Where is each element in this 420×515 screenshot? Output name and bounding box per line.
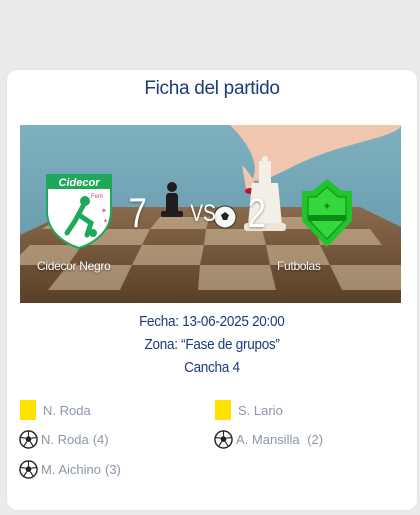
away-event-yellow-card: S. Lario	[215, 400, 283, 420]
soccer-ball-icon	[214, 430, 233, 449]
event-player: M. Aichino	[41, 462, 101, 477]
match-zone: Zona: “Fase de grupos”	[144, 336, 280, 353]
home-team-name: Cidecor Negro	[37, 259, 111, 273]
event-player: N. Roda	[43, 402, 91, 418]
svg-text:✦: ✦	[322, 201, 331, 213]
match-banner: Cidecor Fem ✶ ✶ ✦ 7 VS 2 Cidecor Negro F…	[20, 125, 401, 303]
home-logo-text: Cidecor	[59, 177, 101, 189]
away-score: 2	[247, 189, 266, 236]
vs-label: VS	[190, 200, 216, 227]
page-title: Ficha del partido	[144, 78, 280, 99]
yellow-card-icon	[215, 400, 231, 420]
home-team-logo: Cidecor Fem ✶ ✶	[46, 174, 112, 249]
svg-text:✶: ✶	[103, 218, 108, 225]
soccer-ball-icon	[19, 430, 38, 449]
soccer-ball-icon	[19, 460, 38, 479]
event-player: A. Mansilla	[236, 432, 304, 447]
away-team-name: Futbolas	[277, 259, 321, 273]
match-date: Fecha: 13-06-2025 20:00	[139, 313, 285, 330]
svg-text:✶: ✶	[101, 207, 107, 215]
home-event-yellow-card: N. Roda	[20, 400, 91, 420]
event-player: N. Roda	[41, 432, 89, 447]
home-logo-subtext: Fem	[91, 194, 103, 200]
event-goal-count: (2)	[307, 432, 324, 447]
home-event-goal: M. Aichino (3)	[19, 460, 121, 479]
home-event-goal: N. Roda (4)	[19, 430, 109, 449]
match-field: Cancha 4	[184, 359, 240, 376]
home-score: 7	[128, 189, 147, 236]
match-card: Ficha del partido Cidecor Fem ✶ ✶ ✦ 7 VS…	[7, 70, 417, 510]
yellow-card-icon	[20, 400, 36, 420]
event-player: S. Lario	[238, 402, 283, 418]
event-goal-count: (4)	[92, 432, 109, 447]
event-goal-count: (3)	[104, 462, 121, 477]
away-event-goal: A. Mansilla (2)	[214, 430, 323, 449]
away-team-logo: ✦	[302, 179, 352, 247]
